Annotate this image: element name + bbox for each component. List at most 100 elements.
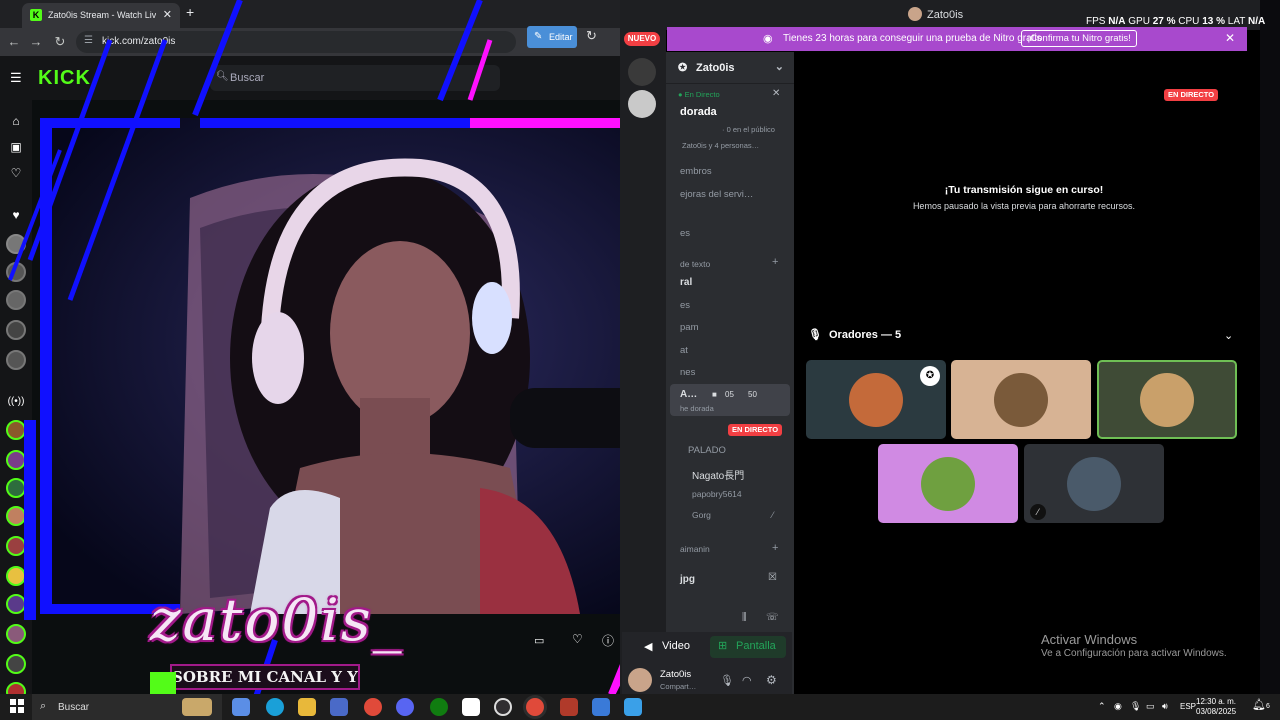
notepad-icon[interactable] <box>462 698 480 716</box>
channel-item[interactable]: at <box>680 345 688 356</box>
voice-user[interactable]: papobry5614 <box>692 489 742 499</box>
volume-icon[interactable]: 🔊︎ <box>1162 701 1168 712</box>
activate-windows-title: Activar Windows <box>1041 632 1138 647</box>
discord-window: Zato0is FPS N/A GPU 27 % CPU 13 % LAT N/… <box>620 0 1265 694</box>
channel-sidebar: ✪ Zato0is ⌄ ● En Directo ✕ dorada · 0 en… <box>666 52 794 694</box>
server-icon[interactable] <box>628 58 656 86</box>
winrar-icon[interactable] <box>560 698 578 716</box>
cpu-label: CPU <box>1178 16 1200 27</box>
tray-chevron-icon[interactable]: ⌃ <box>1098 701 1106 712</box>
taskbar: ⌕ Buscar ⌃ ◉ 🎙︎ ▭ 🔊︎ ESP 12:30 a. m. 03/… <box>0 694 1280 720</box>
taskbar-search-label: Buscar <box>58 702 90 713</box>
settings-gear-icon[interactable]: ⚙ <box>766 673 777 687</box>
rotate-icon[interactable]: ↻ <box>586 28 597 44</box>
gpu-value: 27 <box>1152 16 1164 27</box>
app-icon[interactable] <box>624 698 642 716</box>
speaker-tile[interactable]: ⁄ <box>1024 444 1164 523</box>
category-text[interactable]: de texto <box>680 259 710 269</box>
tray-app-icon[interactable]: ◉ <box>1114 701 1122 712</box>
file-explorer-icon[interactable] <box>298 698 316 716</box>
channel-item[interactable]: es <box>680 228 690 239</box>
speaker-tile[interactable]: ✪ <box>806 360 946 439</box>
theater-mode-icon[interactable]: ▭ <box>534 634 544 647</box>
channel-item[interactable]: nes <box>680 367 695 378</box>
close-dm-icon[interactable]: ☒ <box>768 572 777 583</box>
tray-mic-icon[interactable]: 🎙︎ <box>1130 701 1141 712</box>
network-icon[interactable]: ▭ <box>1146 701 1155 712</box>
speaker-avatar <box>921 456 975 511</box>
discord-icon[interactable] <box>396 698 414 716</box>
chrome-active-icon[interactable] <box>526 698 544 716</box>
add-icon[interactable]: + <box>772 542 778 554</box>
speaker-tile[interactable] <box>878 444 1018 523</box>
deafened-icon: ⁄ <box>772 510 774 520</box>
disconnect-icon[interactable]: ☏ <box>766 612 779 623</box>
speaker-avatar <box>1067 456 1121 511</box>
speaker-tile[interactable] <box>951 360 1091 439</box>
follow-heart-icon[interactable]: ♡ <box>572 632 583 646</box>
kick-badge-icon <box>150 672 176 694</box>
edge-icon[interactable] <box>266 698 284 716</box>
server-badge-icon: ✪ <box>678 62 688 74</box>
new-badge: NUEVO <box>624 32 660 46</box>
nitro-icon: ◉ <box>763 33 773 45</box>
add-channel-icon[interactable]: + <box>772 256 778 268</box>
obs-icon[interactable] <box>494 698 512 716</box>
channel-item[interactable]: ral <box>680 277 692 288</box>
xbox-icon[interactable] <box>430 698 448 716</box>
edit-button[interactable]: ✎ Editar <box>527 26 577 48</box>
language-indicator[interactable]: ESP <box>1180 702 1196 711</box>
server-icon[interactable] <box>628 90 656 118</box>
channel-item[interactable]: ejoras del servi… <box>680 189 753 200</box>
chevron-down-icon[interactable]: ⌄ <box>775 60 784 73</box>
user-avatar[interactable] <box>628 668 652 692</box>
windows-start-icon[interactable] <box>10 699 24 713</box>
close-banner-icon[interactable]: ✕ <box>1225 31 1235 45</box>
notification-count: 6 <box>1265 703 1270 710</box>
window-title: Zato0is <box>927 9 964 21</box>
channel-item[interactable]: pam <box>680 322 698 333</box>
speaker-avatar <box>1140 372 1194 427</box>
close-event-icon[interactable]: ✕ <box>772 88 780 99</box>
chrome-icon[interactable] <box>364 698 382 716</box>
event-status-text: En Directo <box>684 90 720 99</box>
chevron-down-icon[interactable]: ⌄ <box>1224 329 1233 342</box>
notification-bell-icon[interactable]: 🔔︎6 <box>1252 698 1270 711</box>
user-live-badge: EN DIRECTO <box>728 424 782 436</box>
edit-icon: ✎ <box>534 31 543 42</box>
event-title[interactable]: dorada <box>680 106 717 118</box>
speakers-label: Oradores — 5 <box>829 329 902 341</box>
stream-message-title: ¡Tu transmisión sigue en curso! <box>944 184 1104 196</box>
taskbar-search[interactable]: ⌕ Buscar <box>32 694 222 720</box>
speaker-tile[interactable] <box>1097 360 1237 439</box>
clock[interactable]: 12:30 a. m. 03/08/2025 <box>1196 697 1236 717</box>
cpu-value: 13 <box>1202 16 1214 27</box>
voice-user[interactable]: PALADO <box>688 445 726 456</box>
store-icon[interactable] <box>330 698 348 716</box>
app-icon[interactable] <box>592 698 610 716</box>
headphones-icon[interactable]: ◠ <box>742 674 752 687</box>
screen-share-button[interactable]: ⊞ Pantalla <box>710 636 786 658</box>
channel-item[interactable]: embros <box>680 166 712 177</box>
category-name[interactable]: aimanin <box>680 544 710 554</box>
server-header[interactable]: ✪ Zato0is ⌄ <box>666 52 794 84</box>
text-channel[interactable]: jpg <box>680 574 695 585</box>
sound-icon[interactable]: ⫼ <box>742 612 747 623</box>
screen-share-label: Pantalla <box>736 640 776 652</box>
voice-channel-active[interactable]: A… he dorada ■ 05 50 <box>670 384 790 416</box>
mic-icon[interactable]: 🎙︎ <box>720 674 734 687</box>
info-icon[interactable]: ⓘ <box>602 632 614 649</box>
host-badge-icon: ✪ <box>920 366 940 386</box>
voice-user[interactable]: Nagato長門 <box>692 467 744 482</box>
voice-channel-sub: he dorada <box>680 404 714 413</box>
camera-icon: ■ <box>712 390 717 399</box>
nitro-confirm-button[interactable]: ¡Confirma tu Nitro gratis! <box>1021 30 1137 47</box>
event-people: Zato0is y 4 personas… <box>682 141 760 150</box>
screen-share-icon: ⊞ <box>718 640 728 652</box>
voice-user[interactable]: Gorg <box>692 510 711 520</box>
copilot-icon[interactable] <box>232 698 250 716</box>
channel-item[interactable]: es <box>680 300 690 311</box>
lat-label: LAT <box>1227 16 1246 27</box>
search-highlight-icon <box>182 698 212 716</box>
video-button[interactable]: ◀ Video <box>632 636 704 658</box>
